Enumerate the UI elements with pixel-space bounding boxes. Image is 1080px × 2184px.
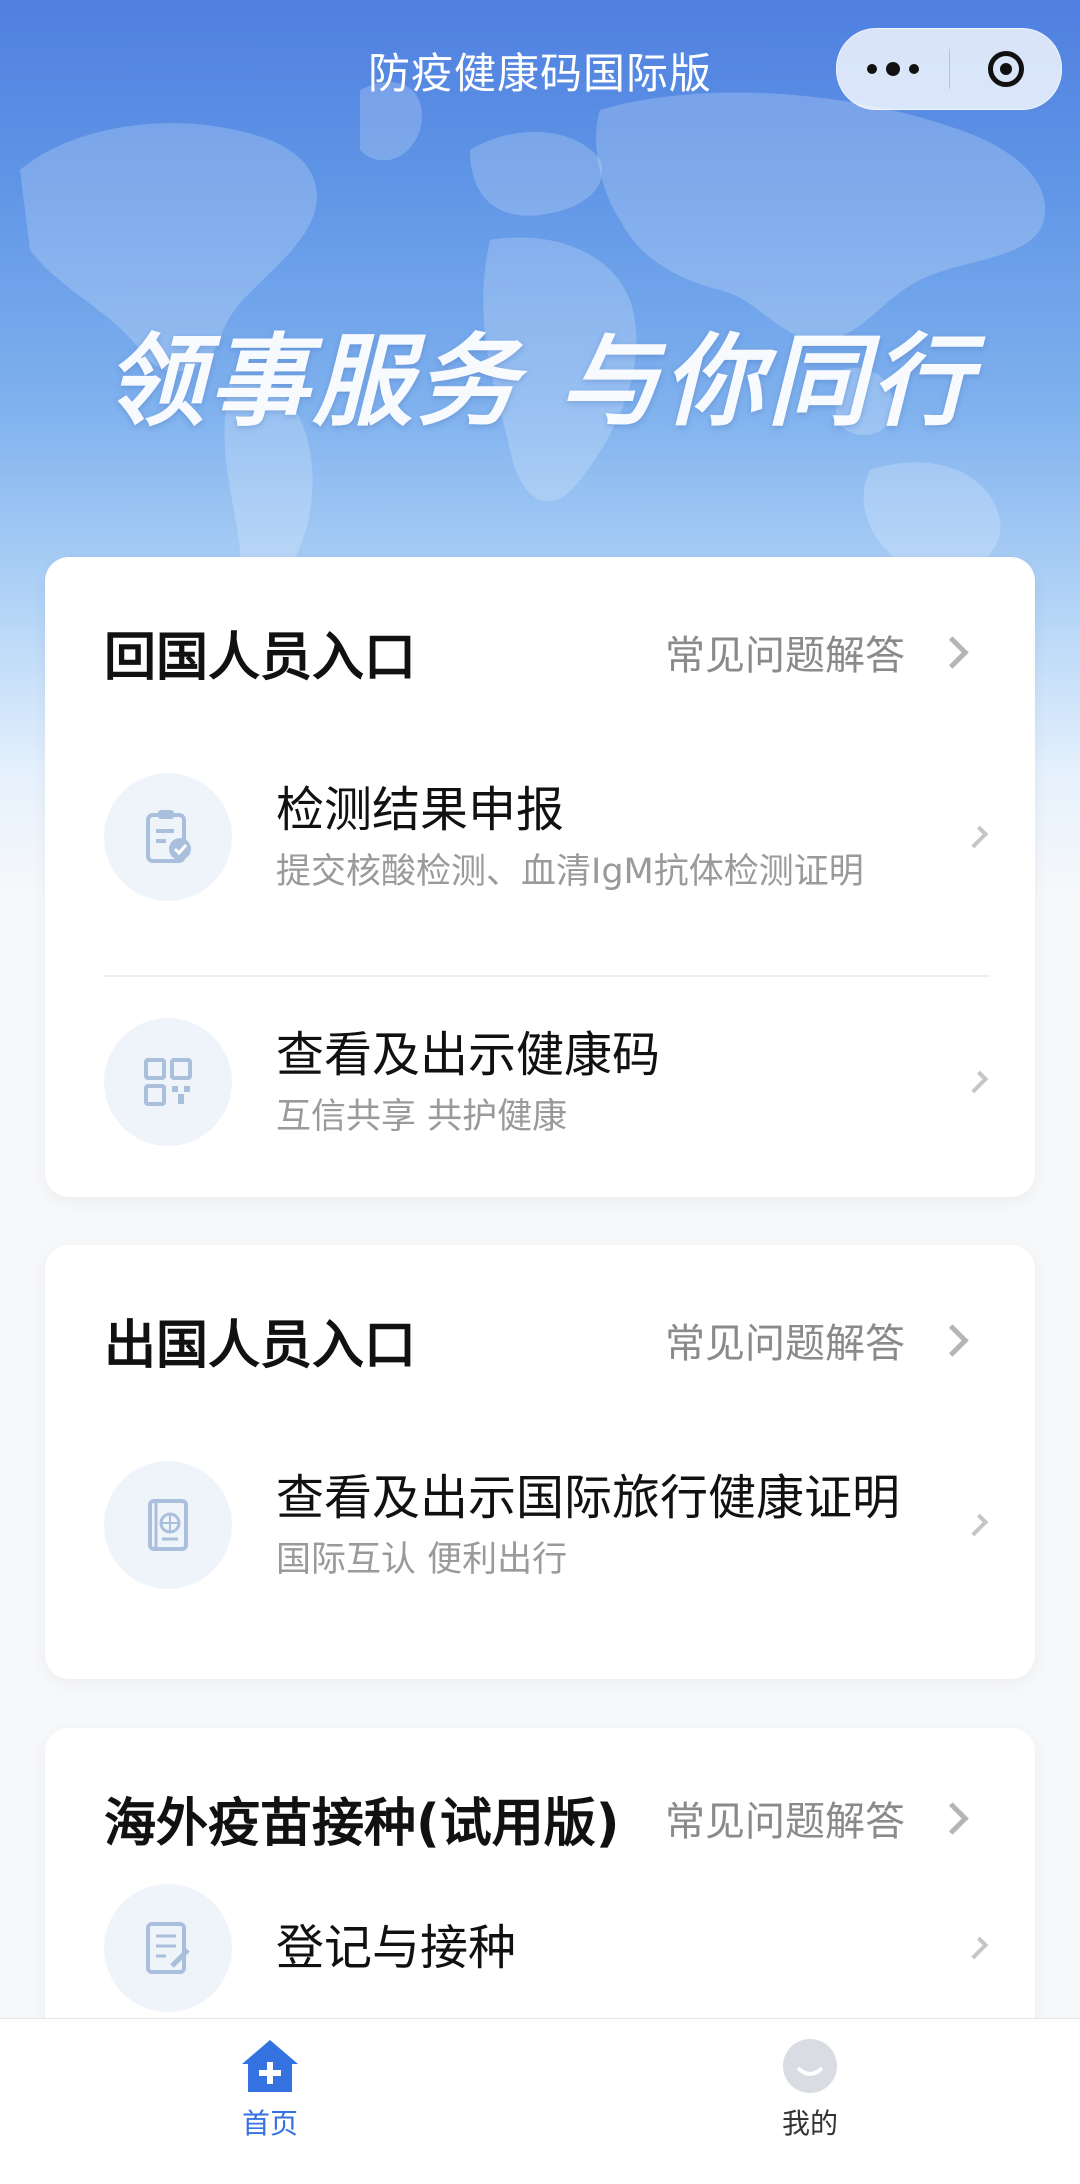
chevron-right-icon xyxy=(965,825,989,849)
clipboard-check-icon xyxy=(104,773,232,901)
more-dots-icon xyxy=(867,64,877,74)
list-item-vaccine-register[interactable]: 登记与接种 xyxy=(104,1878,995,2018)
chevron-right-icon xyxy=(965,1936,989,1960)
divider xyxy=(104,975,990,977)
section-title: 回国人员入口 xyxy=(104,627,417,688)
item-subtitle: 提交核酸检测、血清IgM抗体检测证明 xyxy=(276,852,864,892)
mini-program-capsule xyxy=(836,28,1062,110)
item-title: 查看及出示健康码 xyxy=(276,1027,661,1083)
chevron-right-icon xyxy=(936,1323,969,1357)
tab-mine-label: 我的 xyxy=(781,2107,838,2140)
document-edit-icon xyxy=(104,1884,232,2012)
section-title: 海外疫苗接种(试用版) xyxy=(104,1793,620,1854)
card-header: 海外疫苗接种(试用版) 常见问题解答 xyxy=(104,1773,976,1863)
target-circle-icon xyxy=(987,51,1024,87)
card-header: 出国人员入口 常见问题解答 xyxy=(104,1295,976,1385)
tab-home[interactable]: 首页 xyxy=(120,2019,420,2159)
user-avatar-icon xyxy=(783,2039,837,2093)
card-returning-entry: 回国人员入口 常见问题解答 检测结果申报 提交核酸检测、血清IgM抗体检测证明 xyxy=(45,557,1035,1197)
item-subtitle: 互信共享 共护健康 xyxy=(276,1097,568,1137)
card-header: 回国人员入口 常见问题解答 xyxy=(104,607,976,697)
card-outbound-entry: 出国人员入口 常见问题解答 查看及出示国际旅行健康证明 国际互认 便利出行 xyxy=(45,1245,1035,1679)
faq-link[interactable]: 常见问题解答 xyxy=(665,1311,976,1369)
list-item-travel-certificate[interactable]: 查看及出示国际旅行健康证明 国际互认 便利出行 xyxy=(104,1425,995,1625)
tab-mine[interactable]: 我的 xyxy=(660,2019,960,2159)
item-title: 登记与接种 xyxy=(276,1920,517,1976)
bottom-tab-bar: 首页 我的 xyxy=(0,2018,1080,2184)
item-title: 检测结果申报 xyxy=(276,782,565,838)
faq-link[interactable]: 常见问题解答 xyxy=(665,623,976,681)
more-menu-button[interactable] xyxy=(837,29,949,109)
slogan-text: 领事服务 与你同行 xyxy=(104,323,976,440)
home-icon xyxy=(242,2040,298,2092)
tab-home-label: 首页 xyxy=(241,2107,298,2140)
item-title: 查看及出示国际旅行健康证明 xyxy=(276,1470,901,1526)
chevron-right-icon xyxy=(936,635,969,669)
list-item-test-report[interactable]: 检测结果申报 提交核酸检测、血清IgM抗体检测证明 xyxy=(104,757,995,917)
passport-icon xyxy=(104,1461,232,1589)
chevron-right-icon xyxy=(965,1070,989,1094)
item-subtitle: 国际互认 便利出行 xyxy=(276,1540,568,1580)
list-item-health-code[interactable]: 查看及出示健康码 互信共享 共护健康 xyxy=(104,1012,995,1152)
qr-code-icon xyxy=(104,1018,232,1146)
close-mini-program-button[interactable] xyxy=(950,29,1061,109)
section-title: 出国人员入口 xyxy=(104,1315,417,1376)
chevron-right-icon xyxy=(936,1801,969,1835)
chevron-right-icon xyxy=(965,1513,989,1537)
faq-link[interactable]: 常见问题解答 xyxy=(665,1789,976,1847)
